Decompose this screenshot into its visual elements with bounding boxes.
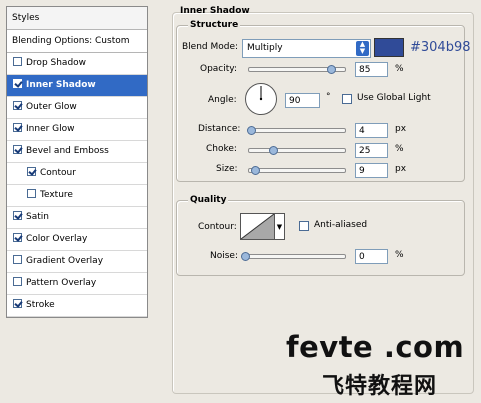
- angle-label: Angle:: [208, 95, 237, 105]
- blend-mode-value: Multiply: [247, 43, 283, 53]
- opacity-unit: %: [395, 64, 404, 74]
- angle-unit: °: [326, 92, 331, 102]
- style-item-label: Pattern Overlay: [26, 278, 97, 288]
- opacity-label: Opacity:: [200, 64, 237, 74]
- style-item-label: Satin: [26, 212, 49, 222]
- distance-slider[interactable]: [246, 126, 346, 135]
- choke-slider[interactable]: [248, 146, 346, 155]
- watermark-subtext: 飞特教程网: [322, 374, 438, 399]
- texture-checkbox[interactable]: [27, 189, 36, 198]
- size-input[interactable]: 9: [355, 163, 388, 178]
- satin-checkbox[interactable]: [13, 211, 22, 220]
- style-item-label: Inner Glow: [26, 124, 75, 134]
- watermark-text: fevte .com: [286, 330, 465, 364]
- anti-aliased-label: Anti-aliased: [314, 220, 368, 230]
- style-item-texture[interactable]: Texture: [7, 185, 147, 207]
- size-label: Size:: [216, 164, 238, 174]
- styles-list: Styles Blending Options: Custom Drop Sha…: [6, 6, 148, 318]
- select-arrows-icon: ▲ ▼: [356, 41, 369, 56]
- style-item-label: Stroke: [26, 300, 55, 310]
- drop-shadow-checkbox[interactable]: [13, 57, 22, 66]
- size-slider[interactable]: [248, 166, 346, 175]
- distance-input[interactable]: 4: [355, 123, 388, 138]
- contour-preview[interactable]: [240, 213, 275, 240]
- shadow-color-swatch[interactable]: [374, 38, 404, 57]
- style-item-inner-glow[interactable]: Inner Glow: [7, 119, 147, 141]
- style-item-label: Bevel and Emboss: [26, 146, 109, 156]
- choke-input[interactable]: 25: [355, 143, 388, 158]
- gradient-overlay-checkbox[interactable]: [13, 255, 22, 264]
- style-item-label: Gradient Overlay: [26, 256, 104, 266]
- use-global-light-label: Use Global Light: [357, 93, 431, 103]
- inner-glow-checkbox[interactable]: [13, 123, 22, 132]
- style-item-label: Drop Shadow: [26, 58, 87, 68]
- contour-label: Contour:: [198, 222, 237, 232]
- noise-unit: %: [395, 250, 404, 260]
- choke-slider-thumb[interactable]: [269, 146, 278, 155]
- opacity-input[interactable]: 85: [355, 62, 388, 77]
- size-unit: px: [395, 164, 407, 174]
- angle-dial-icon: [259, 86, 263, 101]
- contour-checkbox[interactable]: [27, 167, 36, 176]
- style-item-outer-glow[interactable]: Outer Glow: [7, 97, 147, 119]
- noise-slider-thumb[interactable]: [241, 252, 250, 261]
- choke-label: Choke:: [206, 144, 237, 154]
- noise-label: Noise:: [210, 251, 238, 261]
- choke-unit: %: [395, 144, 404, 154]
- opacity-slider[interactable]: [248, 65, 346, 74]
- blending-options-item[interactable]: Blending Options: Custom: [7, 30, 147, 53]
- size-slider-thumb[interactable]: [250, 166, 260, 175]
- noise-slider[interactable]: [241, 252, 346, 261]
- quality-group: [176, 200, 465, 276]
- style-item-gradient-overlay[interactable]: Gradient Overlay: [7, 251, 147, 273]
- styles-header[interactable]: Styles: [7, 7, 147, 30]
- color-overlay-checkbox[interactable]: [13, 233, 22, 242]
- blend-mode-select[interactable]: Multiply ▲ ▼: [242, 39, 371, 58]
- contour-dropdown-button[interactable]: ▼: [275, 213, 285, 240]
- noise-input[interactable]: 0: [355, 249, 388, 264]
- pattern-overlay-checkbox[interactable]: [13, 277, 22, 286]
- outer-glow-checkbox[interactable]: [13, 101, 22, 110]
- panel-title: Inner Shadow: [180, 6, 250, 16]
- use-global-light-checkbox[interactable]: [342, 94, 352, 104]
- style-item-pattern-overlay[interactable]: Pattern Overlay: [7, 273, 147, 295]
- stroke-checkbox[interactable]: [13, 299, 22, 308]
- style-item-label: Outer Glow: [26, 102, 77, 112]
- inner-shadow-checkbox[interactable]: [13, 79, 22, 88]
- style-item-bevel-emboss[interactable]: Bevel and Emboss: [7, 141, 147, 163]
- style-item-contour[interactable]: Contour: [7, 163, 147, 185]
- style-item-drop-shadow[interactable]: Drop Shadow: [7, 53, 147, 75]
- structure-title: Structure: [188, 20, 241, 30]
- distance-unit: px: [395, 124, 407, 134]
- bevel-emboss-checkbox[interactable]: [13, 145, 22, 154]
- style-item-label: Contour: [40, 168, 76, 178]
- style-item-stroke[interactable]: Stroke: [7, 295, 147, 317]
- angle-dial[interactable]: [245, 83, 277, 115]
- style-item-satin[interactable]: Satin: [7, 207, 147, 229]
- distance-label: Distance:: [198, 124, 241, 134]
- contour-curve-icon: [241, 214, 274, 239]
- style-item-label: Color Overlay: [26, 234, 88, 244]
- quality-title: Quality: [188, 195, 229, 205]
- dropdown-arrow-icon: ▼: [276, 223, 283, 231]
- style-item-label: Texture: [40, 190, 73, 200]
- distance-slider-thumb[interactable]: [246, 126, 256, 135]
- blend-mode-label: Blend Mode:: [182, 42, 239, 52]
- style-item-color-overlay[interactable]: Color Overlay: [7, 229, 147, 251]
- color-hex-label: #304b98: [410, 40, 471, 55]
- style-item-inner-shadow[interactable]: Inner Shadow: [7, 75, 147, 97]
- opacity-slider-thumb[interactable]: [326, 65, 336, 74]
- style-item-label: Inner Shadow: [26, 80, 96, 90]
- anti-aliased-checkbox[interactable]: [299, 221, 309, 231]
- angle-input[interactable]: 90: [285, 93, 320, 108]
